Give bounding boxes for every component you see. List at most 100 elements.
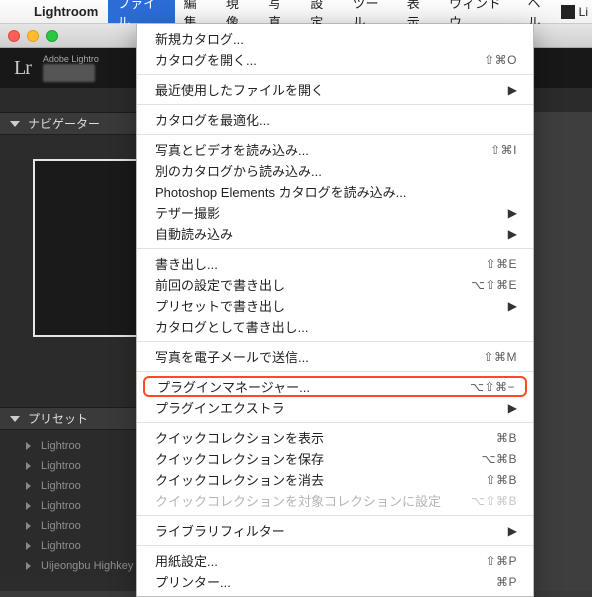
menu-item-label: 自動読み込み [155,224,500,243]
chevron-right-icon [26,562,31,570]
menu-item-label: 写真とビデオを読み込み... [155,140,490,159]
menu-tools[interactable]: ツール [343,0,397,23]
menu-item[interactable]: 最近使用したファイルを開く▶ [137,79,533,100]
chevron-right-icon [26,462,31,470]
preset-label: Uijeongbu Highkey [41,560,133,572]
menu-item[interactable]: ライブラリフィルター▶ [137,520,533,541]
disclosure-icon [10,121,20,127]
menu-item-label: 前回の設定で書き出し [155,275,471,294]
menu-item[interactable]: プリセットで書き出し▶ [137,295,533,316]
menu-item-label: カタログとして書き出し... [155,317,517,336]
menu-item-label: カタログを開く... [155,50,484,69]
menu-item-shortcut: ⇧⌘I [490,143,517,157]
menu-item-shortcut: ⌥⇧⌘B [471,494,517,508]
minimize-icon[interactable] [27,30,39,42]
chevron-right-icon [26,522,31,530]
menu-window[interactable]: ウィンドウ [440,0,518,23]
file-menu-dropdown: 新規カタログ...カタログを開く...⇧⌘O最近使用したファイルを開く▶カタログ… [136,24,534,597]
menu-item-label: 書き出し... [155,254,485,273]
menu-item[interactable]: プラグインマネージャー...⌥⇧⌘− [143,376,527,397]
menu-item[interactable]: クイックコレクションを消去⇧⌘B [137,469,533,490]
menu-file[interactable]: ファイル [108,0,174,23]
menu-item-label: 最近使用したファイルを開く [155,80,500,99]
menu-item-shortcut: ⇧⌘O [484,53,517,67]
menu-item[interactable]: 写真とビデオを読み込み...⇧⌘I [137,139,533,160]
chevron-right-icon [26,482,31,490]
close-icon[interactable] [8,30,20,42]
chevron-right-icon [26,542,31,550]
menu-item[interactable]: 新規カタログ... [137,28,533,49]
menu-item[interactable]: クイックコレクションを表示⌘B [137,427,533,448]
menu-item-label: 用紙設定... [155,551,485,570]
chevron-right-icon [26,502,31,510]
menu-item[interactable]: 写真を電子メールで送信...⇧⌘M [137,346,533,367]
preset-label: Lightroo [41,520,81,532]
menu-item-shortcut: ⇧⌘B [485,473,517,487]
menu-settings[interactable]: 設定 [301,0,343,23]
preset-label: Lightroo [41,540,81,552]
tray-lr-icon[interactable] [561,5,575,19]
menu-item-label: クイックコレクションを消去 [155,470,485,489]
menu-item-label: テザー撮影 [155,203,500,222]
menu-develop[interactable]: 現像 [217,0,259,23]
menu-item[interactable]: 自動読み込み▶ [137,223,533,244]
menu-item[interactable]: カタログを最適化... [137,109,533,130]
menu-item-label: Photoshop Elements カタログを読み込み... [155,182,517,201]
submenu-icon: ▶ [500,206,517,220]
menu-item-shortcut: ⌘P [496,575,517,589]
menu-view[interactable]: 表示 [398,0,440,23]
preset-label: Lightroo [41,500,81,512]
lr-subtitle: Adobe Lightro [43,54,99,64]
menu-item[interactable]: プリンター...⌘P [137,571,533,592]
menu-item-label: プラグインマネージャー... [157,377,470,396]
menu-item-label: 写真を電子メールで送信... [155,347,483,366]
menu-item-label: 別のカタログから読み込み... [155,161,517,180]
traffic-lights [8,30,58,42]
submenu-icon: ▶ [500,299,517,313]
menu-item-shortcut: ⇧⌘E [485,257,517,271]
submenu-icon: ▶ [500,227,517,241]
macos-menubar: Lightroom ファイル 編集 現像 写真 設定 ツール 表示 ウィンドウ … [0,0,592,24]
submenu-icon: ▶ [500,524,517,538]
menu-item[interactable]: 別のカタログから読み込み... [137,160,533,181]
menu-item[interactable]: クイックコレクションを保存⌥⌘B [137,448,533,469]
menu-edit[interactable]: 編集 [175,0,217,23]
menu-item-shortcut: ⌥⇧⌘E [471,278,517,292]
app-name[interactable]: Lightroom [24,4,108,19]
menu-item: クイックコレクションを対象コレクションに設定⌥⇧⌘B [137,490,533,511]
menu-item-shortcut: ⌥⌘B [482,452,517,466]
menu-item-label: 新規カタログ... [155,29,517,48]
menu-item[interactable]: カタログを開く...⇧⌘O [137,49,533,70]
menu-item-label: クイックコレクションを対象コレクションに設定 [155,491,471,510]
menu-item[interactable]: 前回の設定で書き出し⌥⇧⌘E [137,274,533,295]
chevron-right-icon [26,442,31,450]
navigator-title: ナビゲーター [28,115,100,132]
lr-blurred-text [43,64,95,82]
disclosure-icon [10,416,20,422]
menu-photo[interactable]: 写真 [259,0,301,23]
menu-item-label: クイックコレクションを保存 [155,449,482,468]
zoom-icon[interactable] [46,30,58,42]
menu-item-label: カタログを最適化... [155,110,517,129]
lr-logo: Lr [14,57,31,80]
preset-label: Lightroo [41,480,81,492]
menu-item[interactable]: 書き出し...⇧⌘E [137,253,533,274]
menu-item[interactable]: テザー撮影▶ [137,202,533,223]
submenu-icon: ▶ [500,401,517,415]
menu-item-label: クイックコレクションを表示 [155,428,496,447]
menu-item[interactable]: カタログとして書き出し... [137,316,533,337]
presets-title: プリセット [28,410,88,427]
menu-help[interactable]: ヘル [518,0,560,23]
menu-item[interactable]: Photoshop Elements カタログを読み込み... [137,181,533,202]
menu-item-shortcut: ⌘B [496,431,517,445]
menu-item[interactable]: プラグインエクストラ▶ [137,397,533,418]
menubar-tray: Li [561,5,592,19]
preset-label: Lightroo [41,440,81,452]
menu-item[interactable]: 用紙設定...⇧⌘P [137,550,533,571]
menu-item-label: ライブラリフィルター [155,521,500,540]
menu-item-shortcut: ⇧⌘P [485,554,517,568]
menu-item-label: プリンター... [155,572,496,591]
menu-item-label: プリセットで書き出し [155,296,500,315]
submenu-icon: ▶ [500,83,517,97]
menu-item-label: プラグインエクストラ [155,398,500,417]
